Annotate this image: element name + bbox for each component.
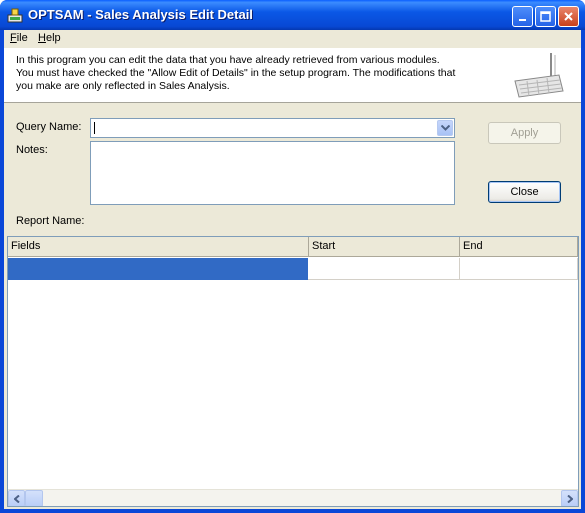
query-name-label: Query Name: xyxy=(16,121,82,133)
maximize-icon xyxy=(540,11,551,22)
fields-grid[interactable]: Fields Start End xyxy=(7,236,579,507)
menu-bar: File Help xyxy=(4,30,581,48)
minimize-icon xyxy=(519,19,526,21)
form-area: Query Name: Notes: Report Name: Apply Cl… xyxy=(4,104,581,234)
info-panel: In this program you can edit the data th… xyxy=(4,48,581,103)
menu-help[interactable]: Help xyxy=(38,32,61,44)
grid-cell-end[interactable] xyxy=(460,258,578,280)
close-window-button[interactable] xyxy=(558,6,579,27)
info-text: In this program you can edit the data th… xyxy=(16,54,456,92)
scroll-right-button[interactable] xyxy=(561,490,578,506)
app-icon xyxy=(7,8,23,23)
app-window: OPTSAM - Sales Analysis Edit Detail File… xyxy=(0,0,585,513)
title-bar[interactable]: OPTSAM - Sales Analysis Edit Detail xyxy=(0,0,585,30)
menu-help-mnemonic: H xyxy=(38,32,46,44)
scroll-thumb[interactable] xyxy=(25,490,43,506)
menu-file-label: ile xyxy=(16,32,28,44)
query-name-dropdown-button[interactable] xyxy=(437,120,453,136)
column-header-fields[interactable]: Fields xyxy=(8,237,309,257)
scroll-left-button[interactable] xyxy=(8,490,25,506)
column-header-start[interactable]: Start xyxy=(309,237,460,257)
chevron-down-icon xyxy=(440,125,450,131)
menu-file[interactable]: File xyxy=(10,32,28,44)
report-name-label: Report Name: xyxy=(16,215,85,227)
horizontal-scrollbar[interactable] xyxy=(8,489,578,506)
menu-file-mnemonic: F xyxy=(10,32,17,44)
window-title: OPTSAM - Sales Analysis Edit Detail xyxy=(28,7,253,22)
grid-header: Fields Start End xyxy=(8,237,578,257)
maximize-button[interactable] xyxy=(535,6,556,27)
notes-label: Notes: xyxy=(16,144,48,156)
client-area: File Help In this program you can edit t… xyxy=(4,30,581,509)
keyboard-edit-icon xyxy=(514,53,564,98)
notes-textarea[interactable] xyxy=(90,141,455,205)
arrow-right-icon xyxy=(566,494,573,503)
close-button[interactable]: Close xyxy=(488,181,561,203)
arrow-left-icon xyxy=(13,494,20,503)
grid-cell-fields-selected[interactable] xyxy=(8,258,308,280)
menu-help-label: elp xyxy=(45,32,61,44)
text-caret xyxy=(94,122,95,134)
column-header-end[interactable]: End xyxy=(460,237,578,257)
minimize-button[interactable] xyxy=(512,6,533,27)
query-name-combobox[interactable] xyxy=(90,118,455,138)
grid-cell-start[interactable] xyxy=(308,258,460,280)
apply-button[interactable]: Apply xyxy=(488,122,561,144)
close-icon xyxy=(564,12,573,21)
